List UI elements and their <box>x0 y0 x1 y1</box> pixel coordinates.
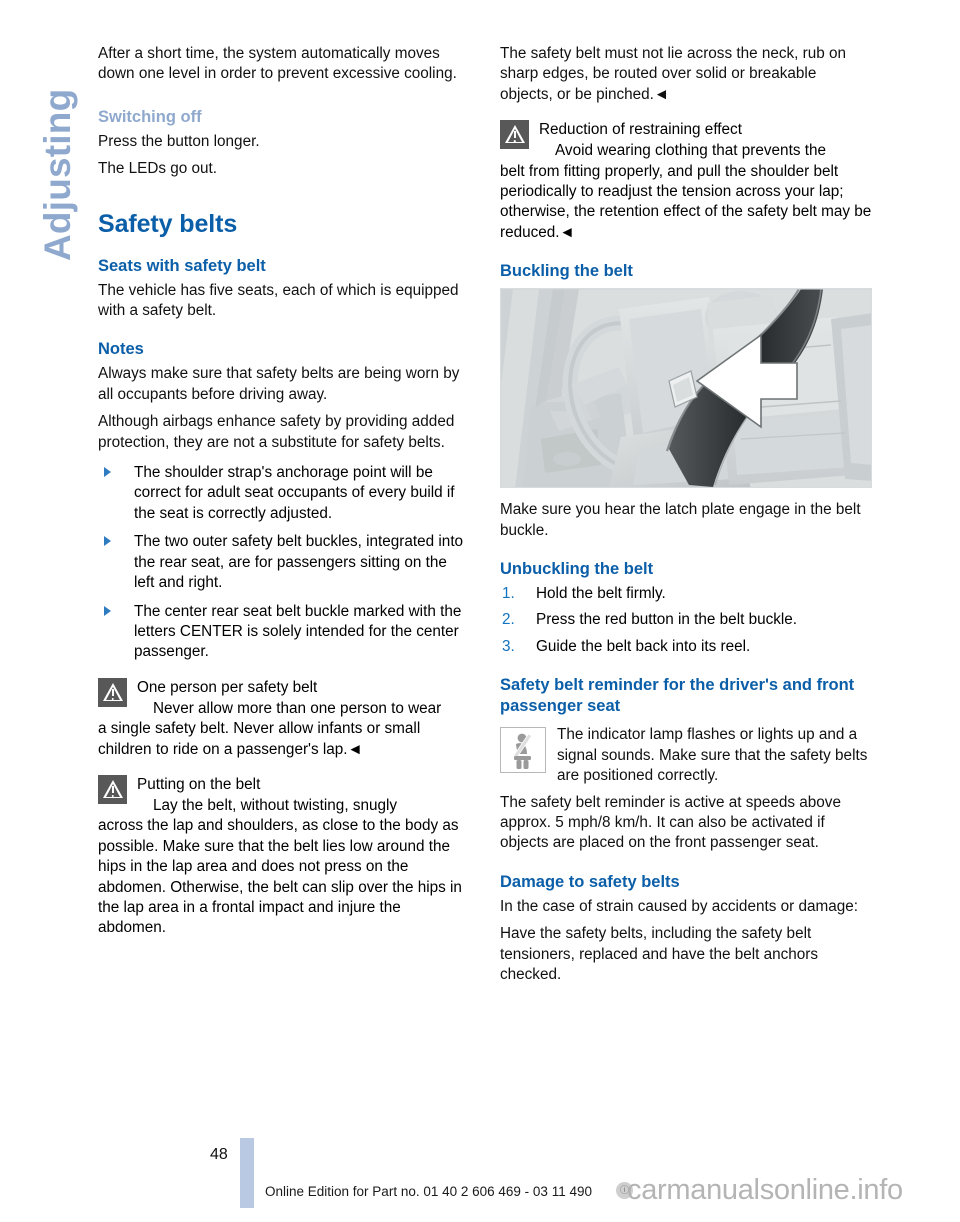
list-item-text: Guide the belt back into its reel. <box>536 637 751 655</box>
step-number: 1. <box>502 585 515 603</box>
warning-triangle-icon <box>500 120 529 150</box>
damage-paragraph-1: In the case of strain caused by accident… <box>500 897 858 915</box>
warning-reduction-of-restraining-effect: Reduction of restraining effect Avoid we… <box>500 119 873 243</box>
list-item-text: The center rear seat belt buckle marked … <box>134 602 462 661</box>
seats-with-safety-belt-heading: Seats with safety belt <box>98 256 266 275</box>
warning-body-first-line: Avoid wearing clothing that prevents the <box>555 142 826 160</box>
list-item: 2. Press the red button in the belt buck… <box>500 610 873 630</box>
damage-paragraph-2: Have the safety belts, including the saf… <box>500 925 819 983</box>
notes-heading: Notes <box>98 340 144 359</box>
list-item-text: The two outer safety belt buckles, integ… <box>134 533 464 592</box>
warning-putting-on-belt: Putting on the belt Lay the belt, withou… <box>98 774 471 939</box>
seats-paragraph: The vehicle has five seats, each of whic… <box>98 281 459 320</box>
list-item: The two outer safety belt buckles, integ… <box>98 532 471 593</box>
list-item: The shoulder strap's anchorage point wil… <box>98 463 471 524</box>
step-number: 3. <box>502 637 515 655</box>
seatbelt-indicator-lamp-icon <box>500 727 546 774</box>
manual-page: Adjusting After a short time, the system… <box>0 0 960 1222</box>
notes-bullet-list: The shoulder strap's anchorage point wil… <box>98 463 471 663</box>
list-item-text: The shoulder strap's anchorage point wil… <box>134 464 455 522</box>
triangle-bullet-icon <box>104 605 111 616</box>
notes-paragraph-2: Although airbags enhance safety by provi… <box>98 413 455 451</box>
reminder-body-indented: The indicator lamp flashes or lights up … <box>557 726 868 785</box>
chapter-tab-label: Adjusting <box>37 88 78 261</box>
warning-triangle-icon <box>98 677 127 707</box>
list-item: 3. Guide the belt back into its reel. <box>500 637 873 657</box>
warning-body-rest: a single safety belt. Never allow infant… <box>98 720 421 758</box>
switching-off-line-2: The LEDs go out. <box>98 160 218 178</box>
reminder-body-rest: The safety belt reminder is active at sp… <box>500 793 841 852</box>
warning-one-person-per-belt: One person per safety belt Never allow m… <box>98 677 471 760</box>
warning-body-rest: belt from fitting properly, and pull the… <box>500 162 872 241</box>
page-number: 48 <box>210 1146 228 1163</box>
switching-off-line-1: Press the button longer. <box>98 132 260 150</box>
right-top-paragraph: The safety belt must not lie across the … <box>500 45 847 103</box>
chapter-tab: Adjusting <box>0 0 96 300</box>
warning-body-first-line: Never allow more than one person to wear <box>153 699 442 717</box>
indicator-lamp-block: The indicator lamp flashes or lights up … <box>500 725 873 786</box>
buckling-the-belt-heading: Buckling the belt <box>500 262 633 281</box>
unbuckling-steps-list: 1. Hold the belt firmly. 2. Press the re… <box>500 584 873 657</box>
triangle-bullet-icon <box>104 536 111 547</box>
footer-accent-bar <box>240 1138 254 1208</box>
list-item-text: Press the red button in the belt buckle. <box>536 611 798 629</box>
list-item-text: Hold the belt firmly. <box>536 585 666 603</box>
left-column: After a short time, the system automatic… <box>98 44 471 947</box>
intro-paragraph: After a short time, the system automatic… <box>98 45 457 83</box>
unbuckling-the-belt-heading: Unbuckling the belt <box>500 560 654 579</box>
warning-title: Putting on the belt <box>137 775 261 793</box>
warning-body-first-line: Lay the belt, without twisting, snugly <box>153 796 398 814</box>
section-title-safety-belts: Safety belts <box>98 209 238 238</box>
switching-off-heading: Switching off <box>98 107 202 126</box>
warning-body-rest: across the lap and shoulders, as close t… <box>98 817 462 937</box>
step-number: 2. <box>502 611 515 629</box>
figure-caption: Make sure you hear the latch plate engag… <box>500 501 861 539</box>
list-item: The center rear seat belt buckle marked … <box>98 602 471 663</box>
warning-title: One person per safety belt <box>137 678 318 696</box>
triangle-bullet-icon <box>104 467 111 478</box>
notes-paragraph-1: Always make sure that safety belts are b… <box>98 365 460 403</box>
watermark-text: carmanualsonline.info <box>627 1174 903 1206</box>
right-column: The safety belt must not lie across the … <box>500 44 873 992</box>
list-item: 1. Hold the belt firmly. <box>500 584 873 604</box>
safety-belt-reminder-heading: Safety belt reminder for the driver's an… <box>500 676 855 716</box>
buckling-the-belt-illustration <box>500 288 872 489</box>
edition-notice: Online Edition for Part no. 01 40 2 606 … <box>265 1184 592 1199</box>
page-footer: 48 Online Edition for Part no. 01 40 2 6… <box>0 1138 960 1222</box>
warning-title: Reduction of restraining effect <box>539 121 742 139</box>
damage-to-safety-belts-heading: Damage to safety belts <box>500 872 680 891</box>
warning-triangle-icon <box>98 774 127 804</box>
